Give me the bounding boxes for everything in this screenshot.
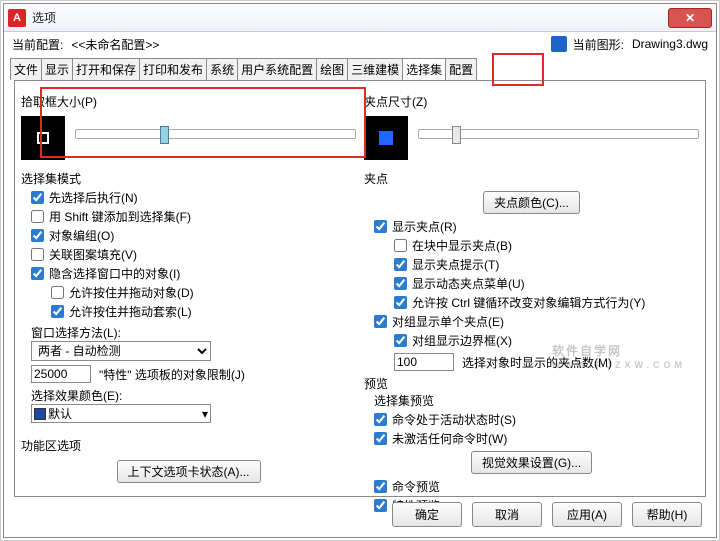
highlight-pickbox (40, 87, 366, 158)
ribbon-context-tab-button[interactable]: 上下文选项卡状态(A)... (117, 460, 261, 483)
tab-system[interactable]: 系统 (206, 58, 238, 80)
property-limit-input[interactable] (31, 365, 91, 383)
chk-group-single-grip-label: 对组显示单个夹点(E) (392, 313, 504, 330)
chk-ctrl-cycle-label: 允许按 Ctrl 键循环改变对象编辑方式行为(Y) (412, 294, 645, 311)
chk-no-cmd-label: 未激活任何命令时(W) (392, 430, 507, 447)
ok-button[interactable]: 确定 (392, 502, 462, 527)
chk-cmd-active-label: 命令处于活动状态时(S) (392, 411, 516, 428)
chk-prop-preview[interactable] (374, 499, 387, 512)
current-drawing-value: Drawing3.dwg (632, 37, 708, 51)
grip-size-slider[interactable] (418, 129, 699, 147)
cancel-button[interactable]: 取消 (472, 502, 542, 527)
chk-group-bbox[interactable] (394, 334, 407, 347)
chk-object-group[interactable] (31, 229, 44, 242)
grip-size-label: 夹点尺寸(Z) (364, 93, 699, 110)
selection-effect-color[interactable]: 默认 ▾ (31, 404, 211, 423)
tab-user-prefs[interactable]: 用户系统配置 (237, 58, 317, 80)
tab-selection[interactable]: 选择集 (402, 58, 446, 80)
chk-shift-add-label: 用 Shift 键添加到选择集(F) (49, 208, 191, 225)
apply-button[interactable]: 应用(A) (552, 502, 622, 527)
visual-effect-settings-button[interactable]: 视觉效果设置(G)... (471, 451, 592, 474)
tab-display[interactable]: 显示 (41, 58, 73, 80)
chk-hatch-assoc-label: 关联图案填充(V) (49, 246, 137, 263)
tab-drafting[interactable]: 绘图 (316, 58, 348, 80)
window-select-method-label: 窗口选择方法(L): (31, 324, 356, 341)
chk-dyn-grip-menu-label: 显示动态夹点菜单(U) (412, 275, 525, 292)
tab-profiles[interactable]: 配置 (445, 58, 477, 80)
chk-show-grips[interactable] (374, 220, 387, 233)
chk-drag-lasso-label: 允许按住并拖动套索(L) (69, 303, 192, 320)
preview-sub-label: 选择集预览 (374, 392, 699, 409)
chk-cmd-active[interactable] (374, 413, 387, 426)
chk-cmd-preview-label: 命令预览 (392, 478, 440, 495)
tab-3d[interactable]: 三维建模 (347, 58, 403, 80)
current-profile-label: 当前配置: (12, 36, 63, 53)
chk-drag-lasso[interactable] (51, 305, 64, 318)
selection-effect-color-label: 选择效果颜色(E): (31, 387, 356, 404)
current-profile-value: <<未命名配置>> (71, 36, 159, 53)
chk-cmd-preview[interactable] (374, 480, 387, 493)
window-title: 选项 (32, 9, 668, 26)
chk-object-group-label: 对象编组(O) (49, 227, 114, 244)
chevron-down-icon: ▾ (202, 407, 208, 421)
grip-preview (364, 116, 408, 160)
tab-files[interactable]: 文件 (10, 58, 42, 80)
chk-drag-object-label: 允许按住并拖动对象(D) (69, 284, 194, 301)
property-limit-label: "特性" 选项板的对象限制(J) (99, 366, 245, 383)
chk-grip-tips[interactable] (394, 258, 407, 271)
help-button[interactable]: 帮助(H) (632, 502, 702, 527)
chk-ctrl-cycle[interactable] (394, 296, 407, 309)
chk-no-cmd[interactable] (374, 432, 387, 445)
chk-block-grips-label: 在块中显示夹点(B) (412, 237, 512, 254)
chk-show-grips-label: 显示夹点(R) (392, 218, 457, 235)
chk-implied-window-label: 隐含选择窗口中的对象(I) (49, 265, 180, 282)
chk-noun-verb[interactable] (31, 191, 44, 204)
chk-noun-verb-label: 先选择后执行(N) (49, 189, 138, 206)
window-select-method[interactable]: 两者 - 自动检测 (31, 341, 211, 361)
ribbon-options-label: 功能区选项 (21, 437, 356, 454)
watermark: 软件自学网 WWW.RJZXW.COM (552, 339, 686, 370)
tab-open-save[interactable]: 打开和保存 (72, 58, 140, 80)
selection-mode-label: 选择集模式 (21, 170, 356, 187)
color-swatch-icon (34, 408, 46, 420)
tab-plot[interactable]: 打印和发布 (139, 58, 207, 80)
chk-shift-add[interactable] (31, 210, 44, 223)
grip-color-button[interactable]: 夹点颜色(C)... (483, 191, 580, 214)
close-button[interactable]: ✕ (668, 8, 712, 28)
chk-hatch-assoc[interactable] (31, 248, 44, 261)
drawing-icon (551, 36, 567, 52)
highlight-tab (492, 53, 544, 86)
grip-limit-input[interactable] (394, 353, 454, 371)
chk-dyn-grip-menu[interactable] (394, 277, 407, 290)
chk-group-bbox-label: 对组显示边界框(X) (412, 332, 512, 349)
chk-grip-tips-label: 显示夹点提示(T) (412, 256, 499, 273)
chk-group-single-grip[interactable] (374, 315, 387, 328)
chk-block-grips[interactable] (394, 239, 407, 252)
chk-implied-window[interactable] (31, 267, 44, 280)
app-icon: A (8, 9, 26, 27)
grips-label: 夹点 (364, 170, 699, 187)
current-drawing-label: 当前图形: (573, 36, 624, 53)
preview-label: 预览 (364, 375, 699, 392)
chk-drag-object[interactable] (51, 286, 64, 299)
